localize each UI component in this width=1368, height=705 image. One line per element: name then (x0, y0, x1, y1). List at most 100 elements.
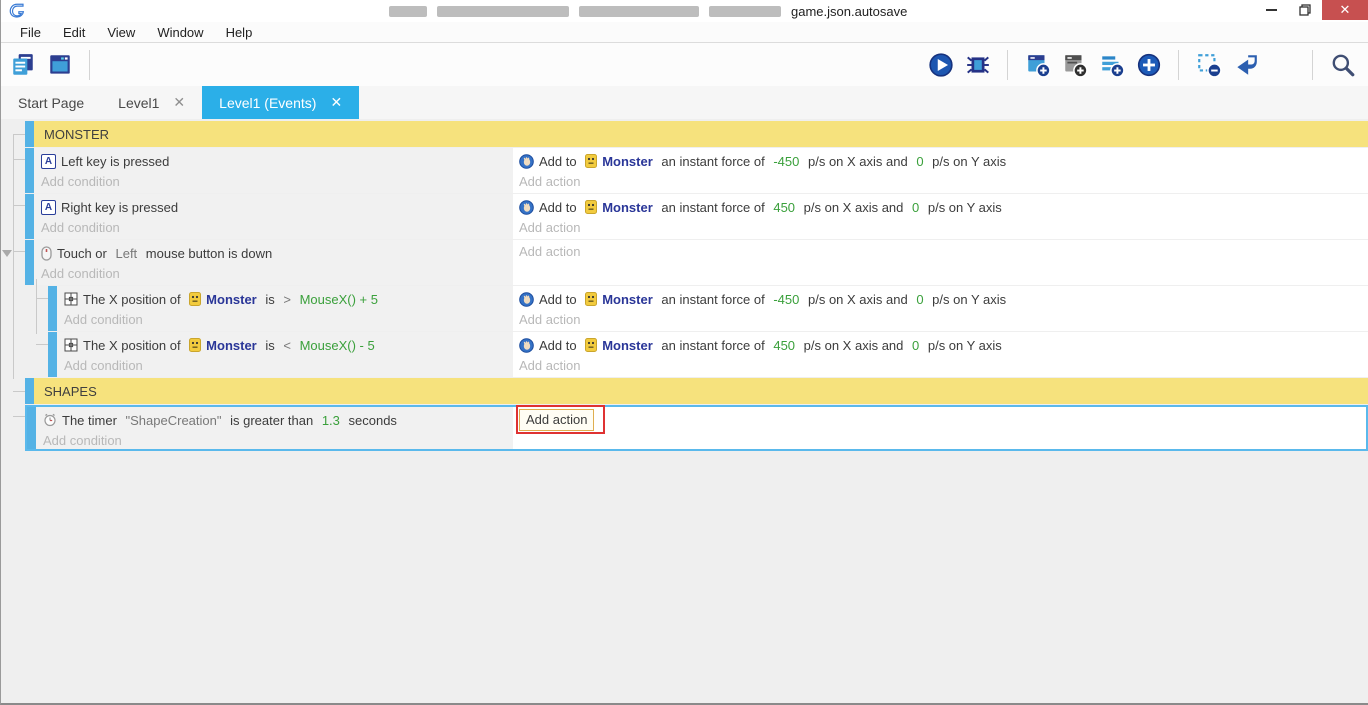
event-row[interactable]: The X position of Monster is < MouseX() … (1, 332, 1368, 377)
remove-selection-icon (1196, 52, 1222, 78)
add-condition-link[interactable]: Add condition (64, 312, 143, 327)
events-sheet: MONSTER A Left key is pressed Add condition… (1, 119, 1368, 703)
instruction-text: The X position of (83, 291, 185, 307)
gdevelop-logo-icon (9, 3, 25, 18)
add-action-link[interactable]: Add action (519, 312, 580, 327)
group-header[interactable]: SHAPES (34, 378, 1368, 404)
actions-cell[interactable]: Add to Monster an instant force of -450 … (513, 286, 1368, 331)
menu-view[interactable]: View (96, 23, 146, 42)
event-row[interactable]: A Left key is pressed Add condition Add to … (1, 148, 1368, 193)
conditions-cell[interactable]: Touch or Left mouse button is down Add co… (34, 240, 513, 285)
actions-cell[interactable]: Add action (513, 240, 1368, 285)
minimize-icon (1265, 9, 1277, 11)
instruction-text: p/s on Y axis (928, 153, 1007, 169)
minimize-button[interactable] (1254, 0, 1288, 20)
add-action-link[interactable]: Add action (519, 409, 595, 431)
event-handle-bar[interactable] (25, 148, 34, 193)
add-condition-link[interactable]: Add condition (41, 266, 120, 281)
redacted-title-block (437, 6, 569, 17)
close-button[interactable]: ✕ (1322, 0, 1368, 20)
tree-gutter (1, 194, 25, 239)
redo-icon (1270, 52, 1296, 78)
menu-edit[interactable]: Edit (52, 23, 96, 42)
add-action-link[interactable]: Add action (519, 174, 580, 189)
actions-cell[interactable]: Add to Monster an instant force of 450 p… (513, 194, 1368, 239)
add-subevent-button[interactable] (1061, 51, 1088, 78)
event-row[interactable]: The timer "ShapeCreation" is greater tha… (1, 405, 1368, 451)
title-bar: game.json.autosave ✕ (1, 0, 1368, 22)
gdevelop-window: game.json.autosave ✕ File Edit View Window H… (0, 0, 1368, 705)
tab-level1[interactable]: Level1 ✕ (101, 86, 202, 119)
instruction-text: < (283, 337, 295, 353)
instruction-text: Add to (539, 199, 581, 215)
redacted-title-block (709, 6, 781, 17)
conditions-cell[interactable]: The timer "ShapeCreation" is greater tha… (36, 407, 513, 449)
tab-label: Start Page (18, 94, 85, 111)
actions-cell[interactable]: Add action (513, 405, 1366, 449)
add-condition-link[interactable]: Add condition (41, 174, 120, 189)
event-handle-bar[interactable] (48, 286, 57, 331)
add-event-button[interactable] (1024, 51, 1051, 78)
monster-icon (585, 154, 598, 168)
undo-button[interactable] (1232, 51, 1259, 78)
tab-close-icon[interactable]: ✕ (173, 94, 185, 111)
remove-selection-button[interactable] (1195, 51, 1222, 78)
debug-button[interactable] (964, 51, 991, 78)
add-action-link[interactable]: Add action (519, 220, 580, 235)
conditions-cell[interactable]: The X position of Monster is < MouseX() … (57, 332, 513, 377)
search-button[interactable] (1329, 51, 1356, 78)
tab-level1-events[interactable]: Level1 (Events) ✕ (202, 86, 360, 119)
tree-gutter (1, 240, 25, 285)
event-row[interactable]: Touch or Left mouse button is down Add co… (1, 240, 1368, 285)
sub-event-indent (25, 286, 48, 331)
project-manager-button[interactable] (9, 51, 36, 78)
instruction-text: Add to (539, 153, 581, 169)
add-condition-link[interactable]: Add condition (64, 358, 143, 373)
instruction-text: Add to (539, 337, 581, 353)
restore-button[interactable] (1288, 0, 1322, 20)
event-group-row[interactable]: SHAPES (1, 378, 1368, 404)
redo-button[interactable] (1269, 51, 1296, 78)
event-group-row[interactable]: MONSTER (1, 121, 1368, 147)
menu-help[interactable]: Help (215, 23, 264, 42)
conditions-cell[interactable]: A Left key is pressed Add condition (34, 148, 513, 193)
project-manager-icon (10, 52, 36, 78)
instruction-text: p/s on X axis and (800, 199, 907, 215)
scene-editor-button[interactable] (46, 51, 73, 78)
monster-icon (585, 292, 598, 306)
keyboard-a-icon: A (41, 199, 56, 215)
group-header[interactable]: MONSTER (34, 121, 1368, 147)
add-condition-link[interactable]: Add condition (41, 220, 120, 235)
actions-cell[interactable]: Add to Monster an instant force of -450 … (513, 148, 1368, 193)
menu-file[interactable]: File (9, 23, 52, 42)
tab-close-icon[interactable]: ✕ (330, 94, 342, 111)
add-action-link[interactable]: Add action (519, 244, 580, 259)
mouse-icon (41, 245, 52, 261)
conditions-cell[interactable]: A Right key is pressed Add condition (34, 194, 513, 239)
event-row[interactable]: The X position of Monster is > MouseX() … (1, 286, 1368, 331)
object-name: Monster (206, 337, 257, 353)
selected-event-outline: The timer "ShapeCreation" is greater tha… (25, 405, 1368, 451)
event-handle-bar[interactable] (25, 194, 34, 239)
tab-start-page[interactable]: Start Page (1, 86, 101, 119)
instruction-text: Touch or (57, 245, 111, 261)
actions-cell[interactable]: Add to Monster an instant force of 450 p… (513, 332, 1368, 377)
parameter-value: 450 (773, 337, 796, 353)
add-comment-button[interactable] (1098, 51, 1125, 78)
conditions-cell[interactable]: The X position of Monster is > MouseX() … (57, 286, 513, 331)
event-handle-bar[interactable] (25, 378, 34, 404)
tab-bar: Start Page Level1 ✕ Level1 (Events) ✕ (1, 86, 1368, 119)
parameter-value: -450 (773, 153, 800, 169)
event-handle-bar[interactable] (25, 240, 34, 285)
add-circle-button[interactable] (1135, 51, 1162, 78)
add-condition-link[interactable]: Add condition (43, 433, 122, 448)
event-handle-bar[interactable] (27, 407, 36, 449)
instruction-text: > (283, 291, 295, 307)
event-row[interactable]: A Right key is pressed Add condition Add to… (1, 194, 1368, 239)
menu-window[interactable]: Window (146, 23, 214, 42)
event-handle-bar[interactable] (25, 121, 34, 147)
add-action-link[interactable]: Add action (519, 358, 580, 373)
event-handle-bar[interactable] (48, 332, 57, 377)
force-icon (519, 291, 534, 307)
play-button[interactable] (927, 51, 954, 78)
